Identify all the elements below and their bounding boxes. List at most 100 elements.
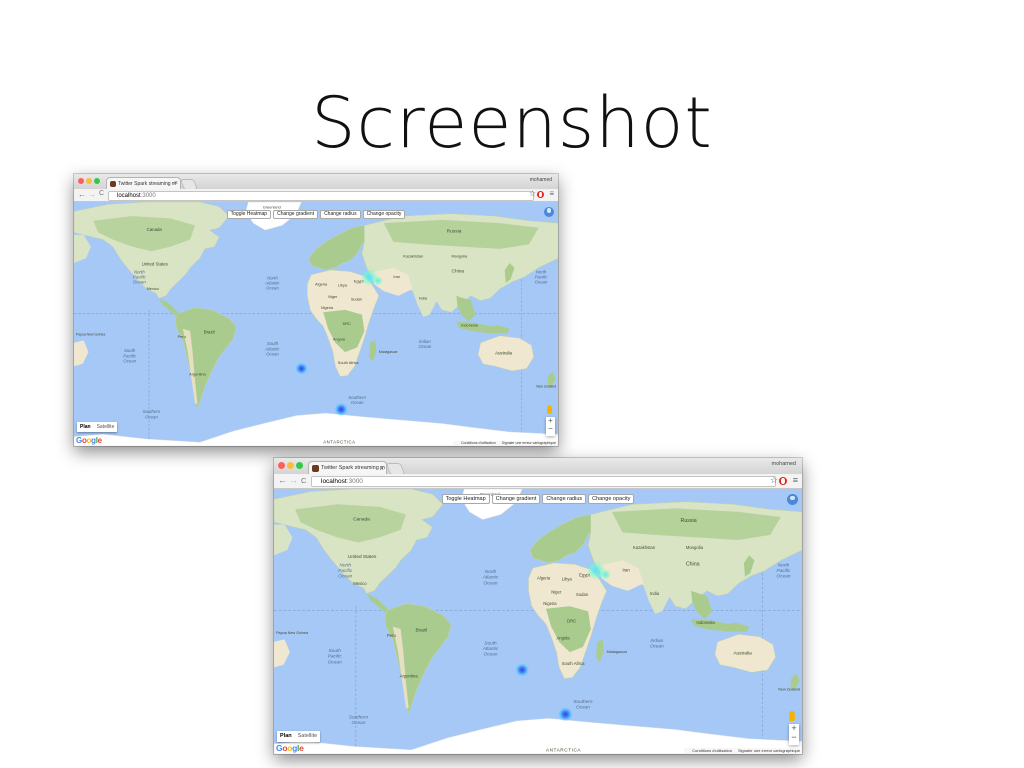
label-png: Papua New Guinea: [276, 631, 309, 635]
maximize-window-dot[interactable]: [296, 462, 303, 469]
map-type-plan[interactable]: Plan: [77, 422, 94, 432]
heatmap-controls: Toggle Heatmap Change gradient Change radi…: [74, 210, 558, 219]
user-avatar-icon[interactable]: [787, 494, 798, 505]
reload-icon[interactable]: C: [99, 190, 104, 197]
browser-toolbar: ← → C localhost:3000 ☆ ≡: [274, 474, 802, 489]
change-radius-button[interactable]: Change radius: [542, 494, 587, 504]
toggle-heatmap-button[interactable]: Toggle Heatmap: [441, 494, 490, 504]
label-nigeria: Nigeria: [321, 306, 334, 310]
toggle-heatmap-button[interactable]: Toggle Heatmap: [226, 210, 272, 219]
map-type-satellite[interactable]: Satellite: [94, 422, 118, 432]
ocean-label-np-right: North Pacific Ocean: [777, 563, 792, 579]
logo-letter: e: [299, 743, 304, 753]
label-madagascar: Madagascar: [379, 350, 399, 354]
ocean-line: Ocean: [418, 344, 431, 349]
profile-name[interactable]: mohamed: [530, 177, 552, 183]
slide-title: Screenshot: [311, 82, 713, 164]
map-type-control: Plan Satellite: [77, 422, 118, 432]
map-container[interactable]: Greenland Canada United States Mexico Br…: [74, 202, 558, 446]
heat-spot-southern-ocean: [558, 707, 573, 722]
street-view-pegman-icon[interactable]: [547, 405, 552, 414]
label-united-states: United States: [142, 261, 168, 266]
label-libya: Libya: [338, 284, 348, 288]
ocean-line: South: [267, 341, 279, 346]
world-map[interactable]: Greenland Canada United States Mexico Br…: [74, 202, 558, 446]
ocean-line: South: [329, 648, 342, 653]
terms-link[interactable]: Conditions d'utilisation: [692, 748, 732, 753]
ocean-line: Ocean: [535, 280, 548, 285]
label-drc: DRC: [343, 322, 352, 326]
label-peru: Peru: [178, 335, 186, 339]
maximize-window-dot[interactable]: [94, 178, 100, 184]
ocean-label-sa: South Atlantic Ocean: [264, 341, 280, 356]
map-attribution: Conditions d'utilisation Signaler une err…: [684, 748, 802, 754]
report-error-link[interactable]: Signaler une erreur cartographique: [502, 441, 556, 445]
ocean-line: South: [484, 641, 497, 646]
opera-extension-icon[interactable]: [537, 191, 544, 198]
reload-icon[interactable]: C: [301, 476, 306, 485]
label-south-africa: South Africa: [338, 361, 360, 365]
zoom-out-button[interactable]: −: [546, 425, 555, 433]
menu-icon[interactable]: ≡: [549, 189, 554, 198]
close-window-dot[interactable]: [278, 462, 285, 469]
minimize-window-dot[interactable]: [86, 178, 92, 184]
map-type-satellite[interactable]: Satellite: [295, 731, 321, 742]
label-iran: Iran: [622, 568, 630, 573]
label-sudan: Sudan: [351, 298, 362, 302]
street-view-pegman-icon[interactable]: [789, 711, 795, 721]
close-window-dot[interactable]: [78, 178, 84, 184]
label-sudan: Sudan: [576, 592, 589, 597]
label-russia: Russia: [681, 518, 697, 524]
change-gradient-button[interactable]: Change gradient: [273, 210, 319, 219]
ocean-label-sp: South Pacific Ocean: [328, 648, 343, 664]
browser-window-1: Twitter Spark streaming m × mohamed ← → …: [74, 174, 558, 446]
change-radius-button[interactable]: Change radius: [320, 210, 361, 219]
ocean-line: Southern: [349, 714, 369, 719]
map-slot: Greenland Canada United States Mexico Br…: [74, 202, 558, 446]
world-map[interactable]: Greenland Canada United States Mexico Br…: [274, 489, 802, 754]
ocean-line: Ocean: [351, 400, 364, 405]
user-avatar-icon[interactable]: [544, 207, 554, 217]
ocean-label-np-left: North Pacific Ocean: [133, 269, 147, 284]
map-type-plan[interactable]: Plan: [277, 731, 295, 742]
opera-extension-icon[interactable]: [779, 477, 787, 485]
minimize-window-dot[interactable]: [287, 462, 294, 469]
forward-arrow-icon[interactable]: →: [88, 190, 96, 199]
back-arrow-icon[interactable]: ←: [78, 190, 86, 199]
ocean-line: Ocean: [123, 359, 136, 364]
ocean-line: Pacific: [777, 568, 792, 573]
ocean-line: Ocean: [352, 720, 366, 725]
map-container[interactable]: Greenland Canada United States Mexico Br…: [274, 489, 802, 754]
menu-icon[interactable]: ≡: [793, 475, 798, 485]
label-kazakhstan: Kazakhstan: [403, 254, 423, 258]
profile-name[interactable]: mohamed: [772, 461, 796, 467]
change-opacity-button[interactable]: Change opacity: [362, 210, 406, 219]
ocean-line: Southern: [573, 699, 593, 704]
address-bar[interactable]: localhost:3000: [311, 476, 776, 487]
report-error-link[interactable]: Signaler une erreur cartographique: [738, 748, 800, 753]
ocean-line: North: [134, 269, 145, 274]
label-niger: Niger: [551, 590, 562, 595]
label-antarctica: ANTARCTICA: [546, 748, 582, 753]
ocean-label-sp: South Pacific Ocean: [123, 348, 137, 363]
address-bar[interactable]: localhost:3000: [108, 191, 534, 201]
ocean-line: Atlantic: [264, 281, 280, 286]
change-opacity-button[interactable]: Change opacity: [588, 494, 635, 504]
bookmark-star-icon[interactable]: ☆: [770, 475, 778, 486]
terms-link[interactable]: Conditions d'utilisation: [461, 441, 496, 445]
ocean-line: Pacific: [338, 568, 353, 573]
zoom-out-button[interactable]: −: [789, 733, 799, 742]
label-angola: Angola: [333, 337, 346, 341]
ocean-line: North: [485, 569, 497, 574]
back-arrow-icon[interactable]: ←: [278, 475, 287, 485]
heatmap-controls: Toggle Heatmap Change gradient Change radi…: [274, 494, 802, 504]
label-indonesia: Indonesia: [461, 323, 479, 327]
label-libya: Libya: [562, 577, 573, 582]
tab-favicon-icon: [110, 181, 116, 187]
browser-tab[interactable]: Twitter Spark streaming m ×: [308, 461, 387, 475]
ocean-line: Ocean: [576, 705, 590, 710]
bookmark-star-icon[interactable]: ☆: [529, 189, 536, 198]
change-gradient-button[interactable]: Change gradient: [491, 494, 541, 504]
label-algeria: Algeria: [537, 576, 551, 581]
forward-arrow-icon[interactable]: →: [289, 475, 298, 485]
